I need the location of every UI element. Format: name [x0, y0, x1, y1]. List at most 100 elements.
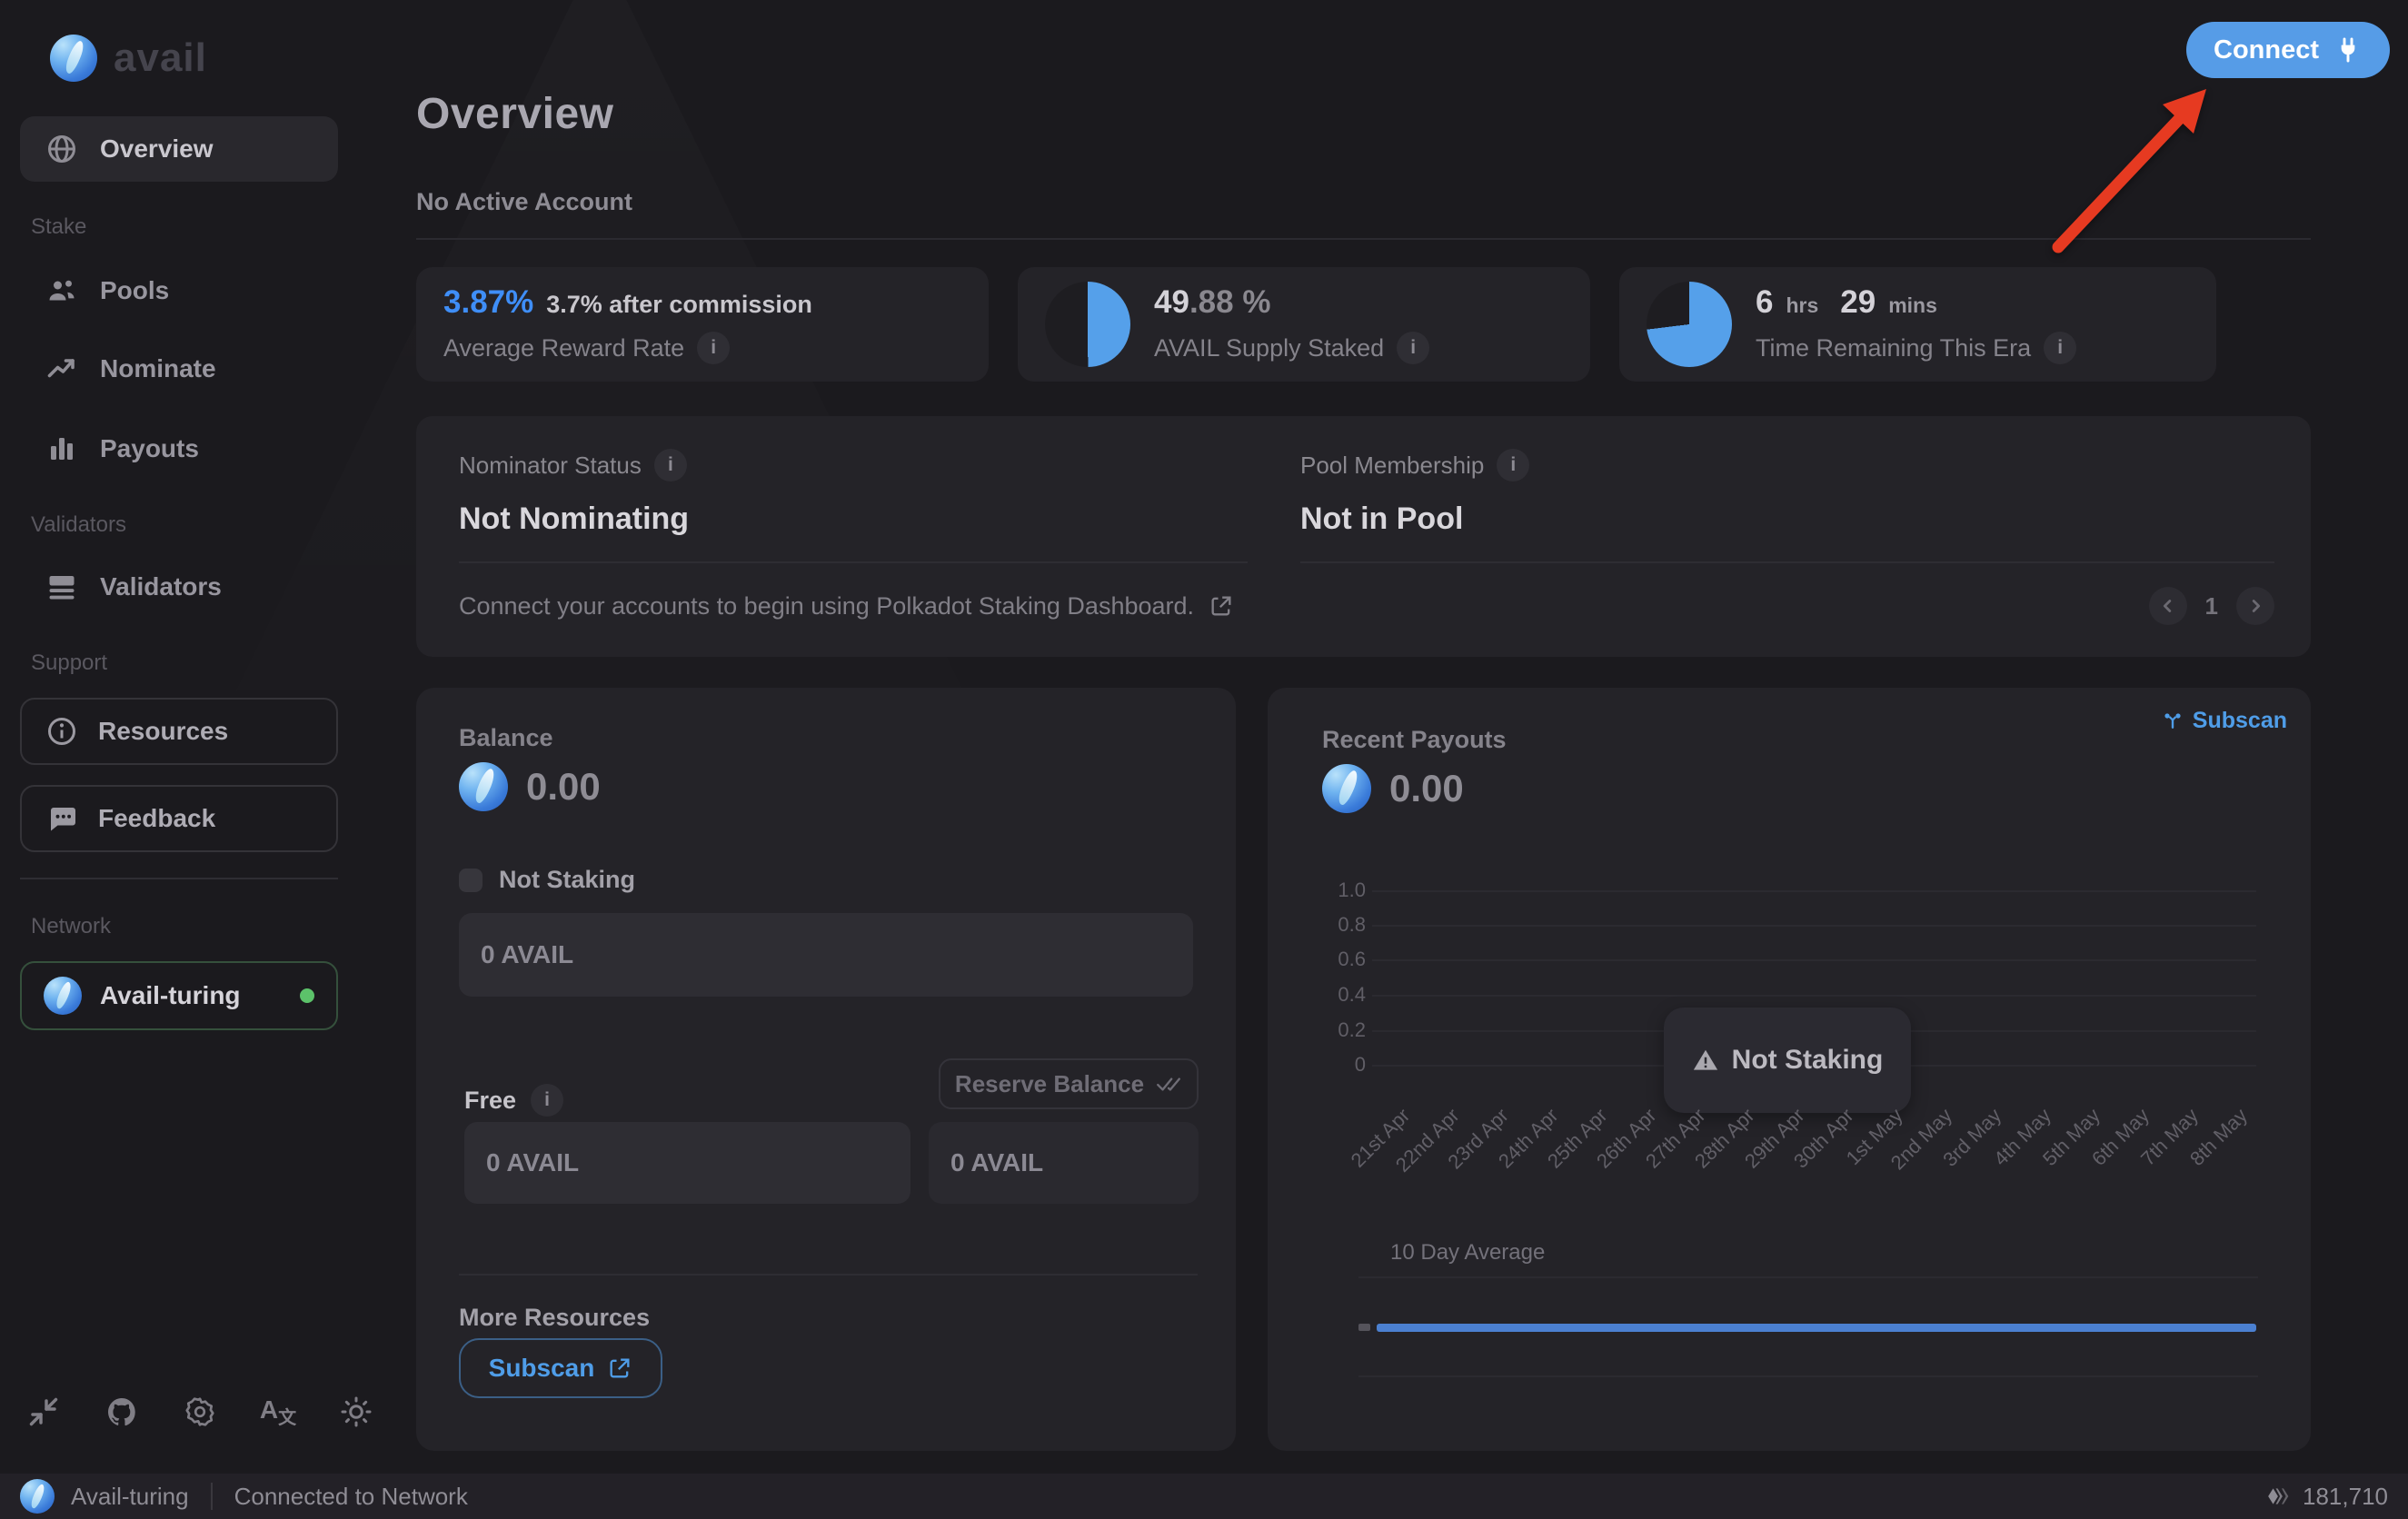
connect-button[interactable]: Connect — [2186, 22, 2390, 78]
external-link-icon — [607, 1355, 632, 1381]
info-icon[interactable]: i — [697, 332, 730, 364]
reward-rate-value: 3.87% — [443, 284, 533, 321]
gridline — [1372, 925, 2256, 927]
network-status-dot — [300, 988, 314, 1003]
stats-row: 3.87% 3.7% after commission Average Rewa… — [416, 267, 2216, 382]
chevron-left-icon — [2158, 596, 2178, 616]
github-button[interactable] — [95, 1385, 149, 1439]
gridline — [1372, 959, 2256, 961]
footer-bar: Avail-turing Connected to Network 181,71… — [0, 1474, 2408, 1519]
info-icon[interactable]: i — [654, 449, 687, 482]
era-time-card: 6 hrs 29 mins Time Remaining This Era i — [1619, 267, 2216, 382]
reserve-balance-toggle[interactable]: Reserve Balance — [939, 1058, 1199, 1109]
average-line — [1377, 1324, 2256, 1332]
network-selector[interactable]: Avail-turing — [20, 961, 338, 1030]
gridline — [1358, 1375, 2258, 1377]
total-balance-box: 0 AVAIL — [459, 913, 1193, 997]
info-icon[interactable]: i — [1497, 449, 1529, 482]
info-icon[interactable]: i — [531, 1084, 563, 1117]
prev-page-button[interactable] — [2149, 587, 2187, 625]
era-time-pie-icon — [1647, 282, 1732, 367]
sidebar-item-label: Overview — [100, 134, 214, 164]
supply-staked-int: 49 — [1154, 284, 1189, 321]
subscan-button[interactable]: Subscan — [459, 1338, 662, 1398]
language-button[interactable]: A文 — [251, 1385, 305, 1439]
balance-amount: 0.00 — [526, 765, 601, 809]
free-label: Free — [464, 1087, 516, 1115]
avail-logo-icon — [44, 977, 82, 1015]
warning-icon — [1692, 1047, 1719, 1074]
era-hours-unit: hrs — [1786, 293, 1818, 318]
era-hours: 6 — [1756, 284, 1773, 321]
gridline — [1372, 995, 2256, 997]
feedback-button[interactable]: Feedback — [20, 785, 338, 852]
github-icon — [105, 1395, 138, 1428]
avail-logo-icon — [20, 1479, 55, 1514]
trend-up-icon — [45, 352, 78, 385]
resources-button[interactable]: Resources — [20, 698, 338, 765]
double-check-icon — [1155, 1072, 1182, 1096]
y-tick: 0.4 — [1293, 983, 1366, 1007]
x-axis-labels: 21st Apr22nd Apr23rd Apr24th Apr25th Apr… — [1268, 1104, 2311, 1240]
nominator-status-label: Nominator Status — [459, 452, 642, 480]
y-tick: 0.8 — [1293, 913, 1366, 937]
not-staking-label: Not Staking — [499, 866, 635, 894]
connection-status: Connected to Network — [234, 1483, 468, 1511]
y-tick: 0 — [1293, 1053, 1366, 1077]
era-minutes-unit: mins — [1888, 293, 1937, 318]
section-label-network: Network — [31, 914, 111, 939]
not-staking-legend-chip — [459, 869, 483, 892]
gridline — [1358, 1276, 2258, 1278]
brand-name: avail — [114, 35, 207, 81]
plug-icon — [2333, 35, 2363, 65]
sidebar-item-payouts[interactable]: Payouts — [20, 416, 338, 482]
reward-rate-label: Average Reward Rate — [443, 334, 684, 362]
block-height: 181,710 — [2266, 1483, 2388, 1511]
language-icon: A文 — [260, 1395, 296, 1429]
supply-staked-label: AVAIL Supply Staked — [1154, 334, 1384, 362]
era-minutes: 29 — [1840, 284, 1876, 321]
supply-staked-pie-icon — [1045, 282, 1130, 367]
pagination: 1 — [2149, 587, 2274, 625]
collapse-sidebar-button[interactable] — [16, 1385, 71, 1439]
reserve-balance-box: 0 AVAIL — [929, 1122, 1199, 1204]
subscan-link-label: Subscan — [2193, 708, 2287, 734]
y-tick: 1.0 — [1293, 879, 1366, 902]
external-link-icon — [1209, 593, 1234, 619]
info-icon[interactable]: i — [1397, 332, 1429, 364]
next-page-button[interactable] — [2236, 587, 2274, 625]
balance-card: Balance 0.00 Not Staking 0 AVAIL Free i … — [416, 688, 1236, 1451]
network-name: Avail-turing — [100, 981, 282, 1010]
section-label-validators: Validators — [31, 512, 126, 538]
nominator-status-block: Nominator Status i Not Nominating — [459, 449, 1248, 563]
sun-icon — [340, 1395, 373, 1428]
sidebar-divider — [20, 878, 338, 879]
page-number: 1 — [2205, 592, 2218, 621]
recent-payouts-title: Recent Payouts — [1322, 726, 1507, 754]
block-icon — [2266, 1484, 2292, 1509]
sidebar-item-overview[interactable]: Overview — [20, 116, 338, 182]
info-icon[interactable]: i — [2044, 332, 2076, 364]
supply-staked-frac: .88 % — [1189, 284, 1271, 321]
sidebar-item-nominate[interactable]: Nominate — [20, 336, 338, 402]
free-balance-box: 0 AVAIL — [464, 1122, 910, 1204]
recent-payouts-card: Subscan Recent Payouts 0.00 1.0 0.8 0.6 … — [1268, 688, 2311, 1451]
more-resources-label: More Resources — [459, 1304, 650, 1332]
sidebar-footer-icons: A文 — [16, 1385, 383, 1439]
server-icon — [45, 571, 78, 603]
settings-button[interactable] — [173, 1385, 227, 1439]
active-account-status: No Active Account — [416, 188, 632, 216]
sidebar-item-validators[interactable]: Validators — [20, 554, 338, 620]
gridline — [1372, 890, 2256, 892]
pool-membership-label: Pool Membership — [1300, 452, 1484, 480]
connect-label: Connect — [2214, 35, 2319, 65]
connect-accounts-message[interactable]: Connect your accounts to begin using Pol… — [459, 592, 1234, 621]
footer-separator — [211, 1483, 213, 1510]
nominator-status-value: Not Nominating — [459, 501, 1248, 537]
users-icon — [45, 274, 78, 307]
balance-divider — [459, 1274, 1198, 1276]
avail-logo-icon — [50, 35, 97, 82]
subscan-link[interactable]: Subscan — [2162, 708, 2287, 734]
theme-button[interactable] — [329, 1385, 383, 1439]
sidebar-item-pools[interactable]: Pools — [20, 258, 338, 323]
